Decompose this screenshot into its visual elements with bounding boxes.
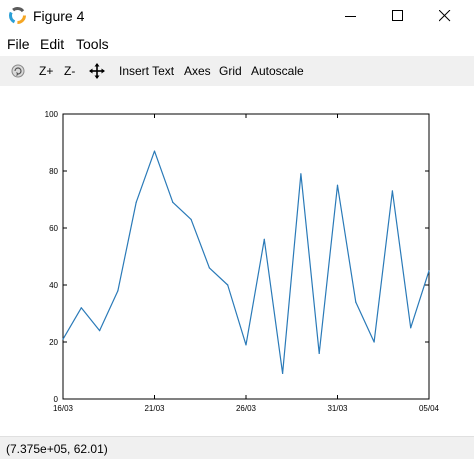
x-tick-label: 31/03 — [327, 404, 348, 413]
data-point — [190, 218, 192, 221]
data-point — [99, 330, 101, 332]
data-point — [336, 184, 339, 186]
y-tick-label: 20 — [49, 338, 58, 347]
menu-tools[interactable]: Tools — [76, 36, 109, 52]
x-tick-label: 05/04 — [419, 404, 440, 413]
title-bar: Figure 4 — [0, 0, 474, 32]
axes-box — [62, 113, 430, 400]
x-tick-label: 21/03 — [144, 404, 165, 413]
menu-bar: File Edit Tools — [0, 32, 474, 56]
minimize-icon — [345, 16, 356, 17]
data-point — [62, 338, 64, 340]
menu-edit[interactable]: Edit — [40, 36, 64, 52]
line-chart[interactable]: 0 20 40 60 80 100 16/03 21/03 26/03 31/03 05/04 — [0, 86, 474, 436]
cursor-coordinates: (7.375e+05, 62.01) — [6, 442, 108, 456]
y-tick-label: 40 — [49, 281, 58, 290]
data-point — [172, 201, 174, 203]
data-series-line — [62, 150, 430, 374]
data-point — [300, 173, 302, 175]
data-point — [391, 190, 393, 192]
rotate-icon[interactable] — [10, 63, 26, 79]
data-point — [135, 201, 137, 203]
x-tick-label: 16/03 — [53, 404, 74, 413]
data-point — [80, 307, 82, 309]
close-button[interactable] — [422, 0, 468, 32]
data-point — [227, 284, 229, 286]
zoom-out-button[interactable]: Z- — [64, 64, 75, 80]
data-point — [373, 341, 375, 343]
status-bar: (7.375e+05, 62.01) — [0, 436, 474, 459]
zoom-in-button[interactable]: Z+ — [39, 64, 53, 80]
data-point — [355, 301, 357, 303]
insert-text-button[interactable]: Insert Text — [119, 64, 174, 80]
close-icon — [439, 10, 451, 22]
data-point — [245, 344, 247, 346]
figure-toolbar: Z+ Z- Insert Text Axes Grid Autoscale — [0, 56, 474, 86]
window-title: Figure 4 — [33, 8, 85, 24]
data-point — [263, 238, 265, 240]
maximize-button[interactable] — [375, 0, 421, 32]
data-point — [153, 150, 156, 152]
axes-button[interactable]: Axes — [184, 64, 211, 80]
pan-icon[interactable] — [89, 63, 105, 79]
menu-file[interactable]: File — [7, 36, 30, 52]
data-point — [208, 267, 210, 269]
y-tick-label: 60 — [49, 224, 58, 233]
data-point — [318, 352, 320, 354]
data-point — [428, 270, 430, 272]
x-tick-label: 26/03 — [236, 404, 257, 413]
y-tick-label: 80 — [49, 167, 58, 176]
data-point — [117, 290, 119, 292]
data-point — [282, 372, 284, 374]
octave-logo-icon — [9, 7, 26, 24]
autoscale-button[interactable]: Autoscale — [251, 64, 304, 80]
y-tick-label: 100 — [45, 110, 59, 119]
maximize-icon — [392, 10, 403, 21]
y-tick-label: 0 — [54, 395, 59, 404]
minimize-button[interactable] — [328, 0, 374, 32]
data-point — [410, 327, 412, 329]
plot-area[interactable]: 0 20 40 60 80 100 16/03 21/03 26/03 31/03 05/04 — [0, 86, 474, 436]
grid-button[interactable]: Grid — [219, 64, 242, 80]
